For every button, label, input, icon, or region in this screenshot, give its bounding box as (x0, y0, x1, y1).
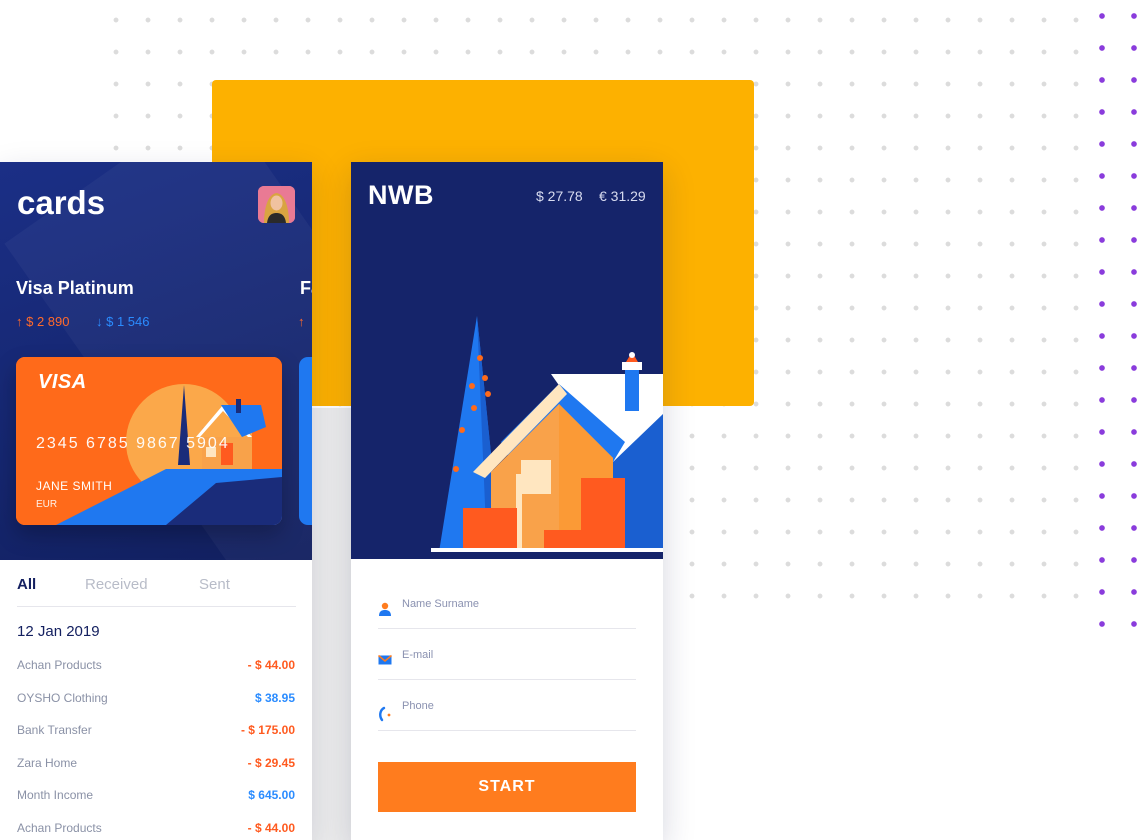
transaction-amount: - $ 44.00 (247, 658, 295, 672)
email-field[interactable]: E-mail (378, 649, 636, 680)
phone-icon (379, 706, 391, 722)
transaction-amount: - $ 175.00 (240, 723, 295, 737)
date-heading: 12 Jan 2019 (17, 623, 100, 640)
visa-logo: VISA (38, 371, 87, 393)
card-number: 2345 6785 9867 5904 (36, 435, 230, 452)
email-placeholder: E-mail (402, 649, 434, 661)
avatar[interactable] (258, 186, 295, 223)
list-item[interactable]: Achan Products - $ 44.00 (17, 658, 295, 678)
transaction-name: Bank Transfer (17, 723, 92, 737)
transaction-amount: $ 645.00 (248, 788, 295, 802)
transaction-amount: - $ 29.45 (247, 756, 295, 770)
signup-header: NWB $ 27.78 € 31.29 (351, 162, 663, 559)
mail-icon (378, 654, 392, 665)
tab-all[interactable]: All (17, 576, 36, 593)
transaction-name: Zara Home (17, 756, 78, 770)
transaction-tabs: All Received Sent (17, 576, 296, 607)
phone-placeholder: Phone (402, 700, 434, 712)
name-placeholder: Name Surname (402, 598, 480, 610)
card-currency: EUR (36, 499, 58, 510)
amount-outgoing: ↓ $ 1 546 (96, 314, 150, 329)
list-item[interactable]: OYSHO Clothing $ 38.95 (17, 691, 295, 711)
transaction-name: Achan Products (17, 658, 102, 672)
tab-sent[interactable]: Sent (199, 576, 230, 593)
transaction-amount: $ 38.95 (254, 691, 295, 705)
name-field[interactable]: Name Surname (378, 598, 636, 629)
transaction-name: OYSHO Clothing (17, 691, 108, 705)
transaction-name: Month Income (17, 788, 94, 802)
page-title: cards (17, 184, 106, 221)
house-illustration (431, 316, 663, 552)
list-item[interactable]: Achan Products - $ 44.00 (17, 821, 295, 840)
next-card-name: Fa (300, 278, 312, 298)
list-item[interactable]: Bank Transfer - $ 175.00 (17, 723, 295, 743)
transaction-amount: - $ 44.00 (247, 821, 295, 835)
tab-received[interactable]: Received (85, 576, 148, 593)
transaction-name: Achan Products (17, 821, 102, 835)
list-item[interactable]: Zara Home - $ 29.45 (17, 756, 295, 776)
phone-field[interactable]: Phone (378, 700, 636, 731)
signup-screen: NWB $ 27.78 € 31.29 Name Surname E-mail … (351, 162, 663, 840)
card-name: Visa Platinum (16, 278, 134, 298)
cards-screen: cards Visa Platinum Fa ↑ $ 2 890 ↓ $ 1 5… (0, 162, 312, 840)
background-purple-dots (1086, 0, 1142, 628)
amount-incoming: ↑ $ 2 890 (16, 314, 70, 329)
cards-header: cards Visa Platinum Fa ↑ $ 2 890 ↓ $ 1 5… (0, 162, 312, 560)
next-amount-incoming: ↑ (298, 314, 305, 329)
list-item[interactable]: Month Income $ 645.00 (17, 788, 295, 808)
card-holder: JANE SMITH (36, 479, 113, 493)
next-card[interactable] (299, 357, 312, 525)
user-icon (379, 602, 391, 616)
start-button[interactable]: START (378, 762, 636, 812)
visa-card[interactable]: VISA 2345 6785 9867 5904 JANE SMITH EUR (16, 357, 282, 525)
